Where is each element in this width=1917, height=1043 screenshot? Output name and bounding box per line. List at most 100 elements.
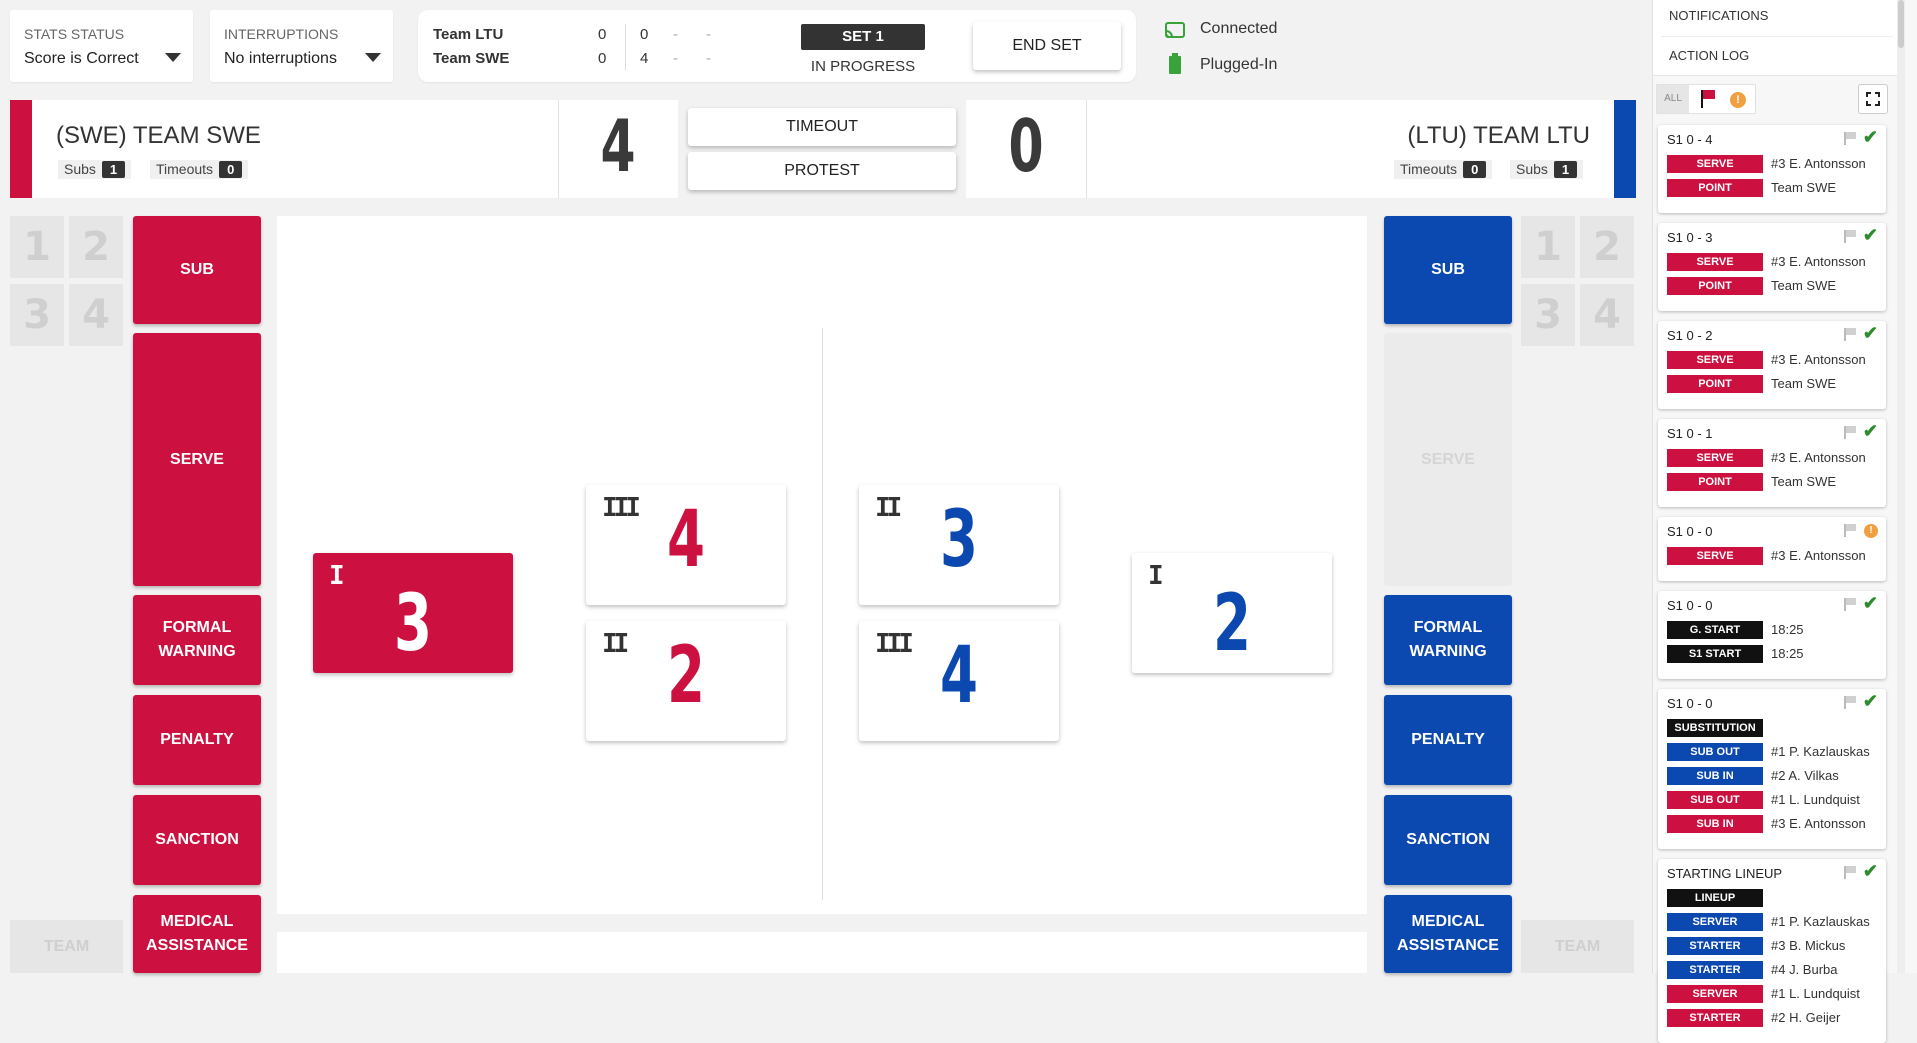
notifications-link[interactable]: NOTIFICATIONS xyxy=(1669,8,1768,23)
flag-icon[interactable] xyxy=(1844,696,1856,709)
left-subs-label: Subs xyxy=(64,161,96,177)
log-row: POINT Team SWE xyxy=(1667,473,1882,491)
left-formal-warning-button[interactable]: FORMAL WARNING xyxy=(133,595,261,685)
left-server-card[interactable]: I 3 xyxy=(313,553,513,673)
flag-icon[interactable] xyxy=(1844,866,1856,879)
checkmark-icon: ✔ xyxy=(1862,691,1878,711)
interruptions-dropdown[interactable]: INTERRUPTIONS No interruptions xyxy=(210,10,393,82)
player-number: 2 xyxy=(1213,579,1251,669)
flag-icon[interactable] xyxy=(1844,132,1856,145)
flag-icon[interactable] xyxy=(1844,524,1856,537)
scoreboard-set1-ltu: 0 xyxy=(640,26,649,43)
log-tag: SERVE xyxy=(1667,155,1763,173)
flag-icon[interactable] xyxy=(1844,598,1856,611)
right-sub-button[interactable]: SUB xyxy=(1384,216,1512,324)
panel-scrollbar[interactable] xyxy=(1897,0,1905,973)
right-rotation-1[interactable]: 1 xyxy=(1521,216,1575,278)
left-front-top-card[interactable]: III 4 xyxy=(586,485,786,605)
log-row: POINT Team SWE xyxy=(1667,179,1882,197)
right-rotation-3[interactable]: 3 xyxy=(1521,284,1575,346)
left-team-button[interactable]: TEAM xyxy=(10,920,123,973)
filter-all-tab[interactable]: ALL xyxy=(1657,85,1689,113)
power-label: Plugged-In xyxy=(1200,56,1278,73)
scoreboard-sets-ltu: 0 xyxy=(598,26,607,43)
log-detail: #3 E. Antonsson xyxy=(1771,816,1866,831)
log-tag: SERVE xyxy=(1667,351,1763,369)
scoreboard-set1-swe: 4 xyxy=(640,50,649,67)
scoreboard-team-ltu: Team LTU xyxy=(433,26,504,43)
checkmark-icon: ✔ xyxy=(1862,127,1878,147)
panel-scrollbar-thumb[interactable] xyxy=(1898,0,1904,48)
log-tag: LINEUP xyxy=(1667,889,1763,907)
left-rotation-4[interactable]: 4 xyxy=(69,284,123,346)
log-tag: SERVE xyxy=(1667,449,1763,467)
log-entry[interactable]: STARTING LINEUP ✔ LINEUP SERVER #1 P. Kazlau… xyxy=(1658,859,1886,1043)
left-sanction-button[interactable]: SANCTION xyxy=(133,795,261,885)
left-score-divider xyxy=(558,100,559,198)
left-serve-button[interactable]: SERVE xyxy=(133,333,261,586)
scoreboard-divider xyxy=(625,24,626,70)
log-entry[interactable]: S1 0 - 0 ✔ SUBSTITUTION SUB OUT #1 P. Kazlau… xyxy=(1658,689,1886,849)
checkmark-icon: ✔ xyxy=(1862,421,1878,441)
checkmark-icon: ✔ xyxy=(1862,593,1878,613)
right-front-top-card[interactable]: II 3 xyxy=(859,485,1059,605)
log-tag: SUB IN xyxy=(1667,815,1763,833)
right-back-card[interactable]: I 2 xyxy=(1132,553,1332,673)
log-detail: #1 P. Kazlauskas xyxy=(1771,744,1870,759)
player-number: 3 xyxy=(940,495,978,585)
warning-filter-icon[interactable]: ! xyxy=(1730,92,1746,108)
log-entry[interactable]: S1 0 - 1 ✔ SERVE #3 E. Antonsson POINT Team S… xyxy=(1658,419,1886,507)
action-log-link[interactable]: ACTION LOG xyxy=(1669,48,1749,63)
interruptions-value: No interruptions xyxy=(224,50,337,67)
log-entry[interactable]: S1 0 - 3 ✔ SERVE #3 E. Antonsson POINT Team S… xyxy=(1658,223,1886,311)
log-row: SERVE #3 E. Antonsson xyxy=(1667,449,1882,467)
timeout-button[interactable]: TIMEOUT xyxy=(688,108,956,146)
flag-icon[interactable] xyxy=(1844,426,1856,439)
right-team-button[interactable]: TEAM xyxy=(1521,920,1634,973)
left-rotation-1[interactable]: 1 xyxy=(10,216,64,278)
flag-icon[interactable] xyxy=(1844,328,1856,341)
scoreboard-set3-swe: - xyxy=(706,50,711,67)
left-sub-button[interactable]: SUB xyxy=(133,216,261,324)
log-row: SERVER #1 P. Kazlauskas xyxy=(1667,913,1882,931)
log-entry[interactable]: S1 0 - 0 ✔ G. START 18:25 S1 START 18:25 xyxy=(1658,591,1886,679)
left-rotation-2[interactable]: 2 xyxy=(69,216,123,278)
log-detail: Team SWE xyxy=(1771,278,1837,293)
right-formal-warning-button[interactable]: FORMAL WARNING xyxy=(1384,595,1512,685)
left-timeouts-count: 0 xyxy=(219,161,243,178)
fullscreen-button[interactable] xyxy=(1858,84,1888,114)
position-marker: I xyxy=(1148,561,1164,591)
right-team-subs: Subs 1 xyxy=(1510,160,1584,179)
log-entry[interactable]: S1 0 - 0! SERVE #3 E. Antonsson xyxy=(1658,517,1886,581)
log-row: SUB OUT #1 P. Kazlauskas xyxy=(1667,743,1882,761)
protest-button[interactable]: PROTEST xyxy=(688,152,956,190)
right-team-color-bar xyxy=(1614,100,1636,198)
right-medical-assistance-button[interactable]: MEDICAL ASSISTANCE xyxy=(1384,895,1512,973)
log-entry[interactable]: S1 0 - 2 ✔ SERVE #3 E. Antonsson POINT Team S… xyxy=(1658,321,1886,409)
log-detail: #4 J. Burba xyxy=(1771,962,1838,977)
log-detail: #3 E. Antonsson xyxy=(1771,352,1866,367)
scoreboard-set3-ltu: - xyxy=(706,26,711,43)
right-rotation-2[interactable]: 2 xyxy=(1580,216,1634,278)
flag-icon[interactable] xyxy=(1844,230,1856,243)
log-detail: Team SWE xyxy=(1771,376,1837,391)
right-rotation-4[interactable]: 4 xyxy=(1580,284,1634,346)
left-team-name: (SWE) TEAM SWE xyxy=(56,122,261,149)
right-front-bottom-card[interactable]: III 4 xyxy=(859,621,1059,741)
log-detail: #3 E. Antonsson xyxy=(1771,450,1866,465)
left-rotation-3[interactable]: 3 xyxy=(10,284,64,346)
flag-filter-icon[interactable] xyxy=(1699,89,1717,109)
log-entry[interactable]: S1 0 - 4 ✔ SERVE #3 E. Antonsson POINT Team S… xyxy=(1658,125,1886,213)
chevron-down-icon xyxy=(165,53,181,62)
right-serve-button[interactable]: SERVE xyxy=(1384,333,1512,586)
log-entry-title: S1 0 - 4 xyxy=(1667,132,1713,147)
log-tag: STARTER xyxy=(1667,937,1763,955)
stats-status-dropdown[interactable]: STATS STATUS Score is Correct xyxy=(10,10,193,82)
right-sanction-button[interactable]: SANCTION xyxy=(1384,795,1512,885)
left-front-bottom-card[interactable]: II 2 xyxy=(586,621,786,741)
left-penalty-button[interactable]: PENALTY xyxy=(133,695,261,785)
end-set-button[interactable]: END SET xyxy=(973,22,1121,70)
log-row: S1 START 18:25 xyxy=(1667,645,1882,663)
right-penalty-button[interactable]: PENALTY xyxy=(1384,695,1512,785)
left-medical-assistance-button[interactable]: MEDICAL ASSISTANCE xyxy=(133,895,261,973)
